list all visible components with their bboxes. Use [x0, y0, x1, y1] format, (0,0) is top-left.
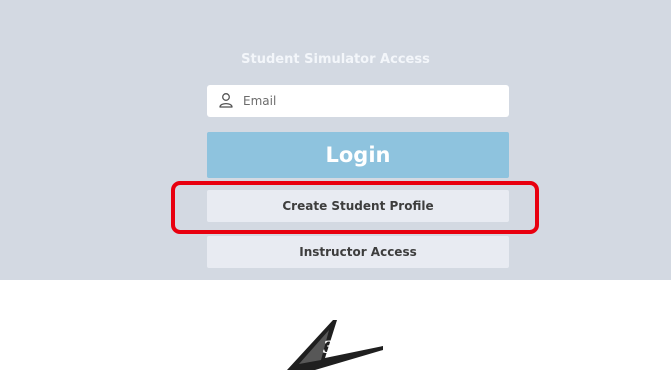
logo-text: 3B [323, 338, 349, 358]
login-button[interactable]: Login [207, 132, 509, 178]
3b-logo-icon: 3B [287, 320, 383, 370]
create-student-profile-button[interactable]: Create Student Profile [207, 190, 509, 222]
email-input[interactable] [243, 85, 493, 117]
login-panel: Student Simulator Access Login Create St… [0, 0, 671, 280]
email-field[interactable] [207, 85, 509, 117]
instructor-access-button[interactable]: Instructor Access [207, 236, 509, 268]
user-icon [219, 93, 233, 108]
panel-title: Student Simulator Access [241, 52, 430, 67]
